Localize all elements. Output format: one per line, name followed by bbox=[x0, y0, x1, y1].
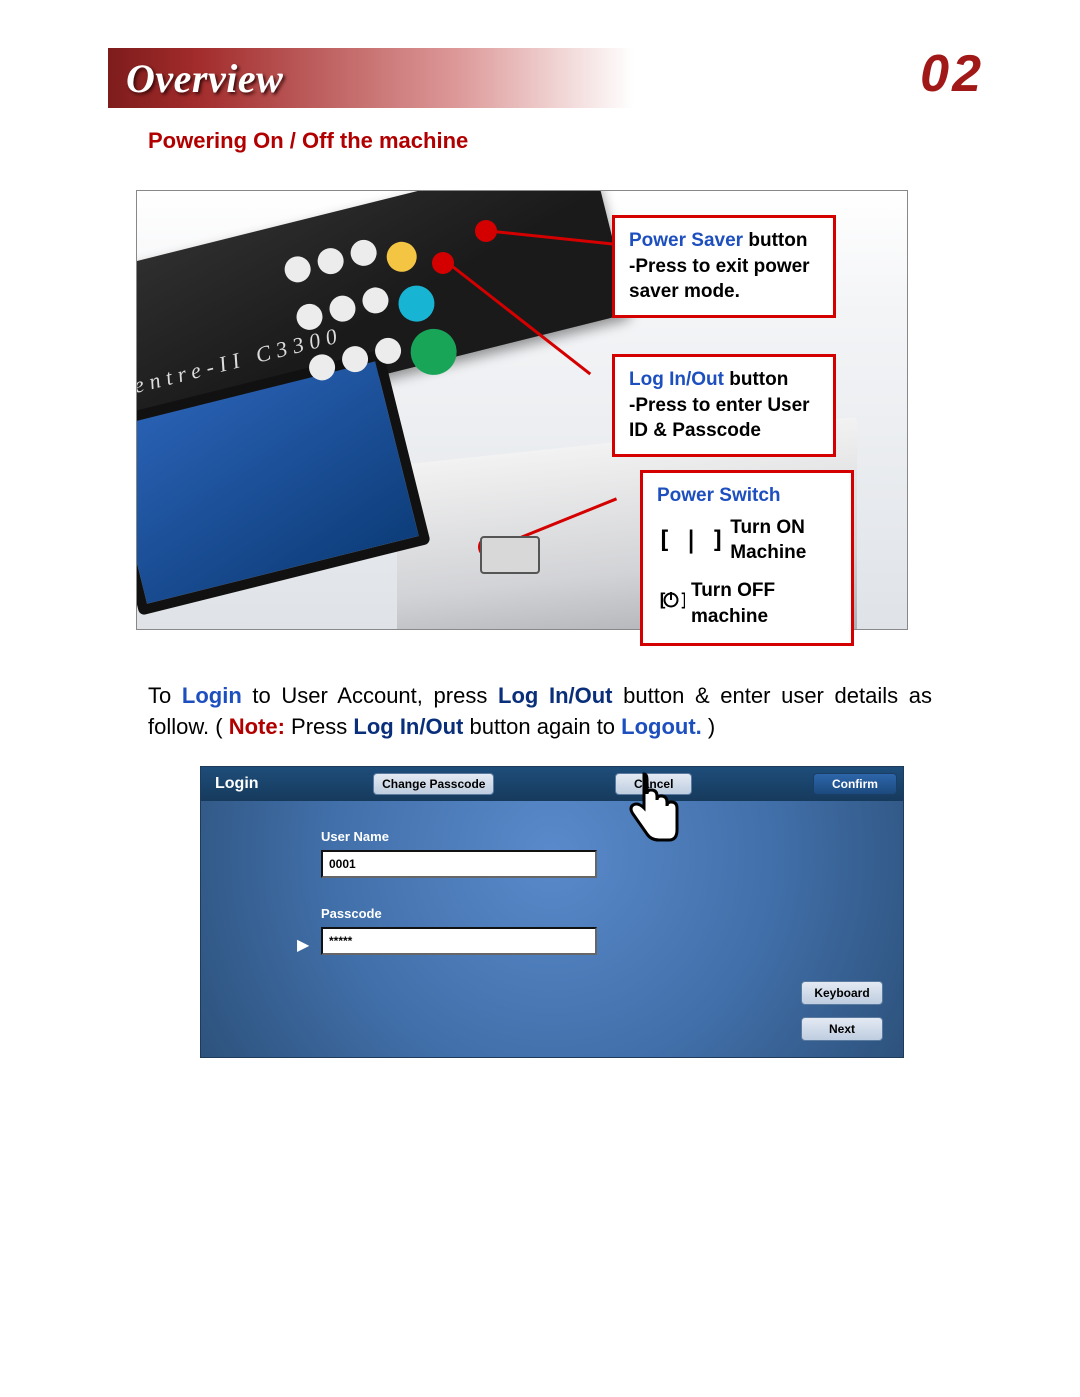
callout-text: saver mode. bbox=[629, 281, 740, 302]
callout-title: Power Saver bbox=[629, 230, 743, 251]
keyboard-button[interactable]: Keyboard bbox=[801, 981, 883, 1005]
login-header: Login Change Passcode Cancel Confirm bbox=[201, 767, 903, 801]
login-panel-screenshot: Login Change Passcode Cancel Confirm Use… bbox=[200, 766, 904, 1058]
callout-title: Log In/Out bbox=[629, 369, 724, 390]
svg-text:]: ] bbox=[679, 590, 685, 611]
text-loginout: Log In/Out bbox=[353, 714, 463, 739]
login-title: Login bbox=[215, 775, 259, 793]
change-passcode-button[interactable]: Change Passcode bbox=[373, 773, 494, 795]
cursor-indicator-icon: ▶ bbox=[297, 935, 309, 955]
text: ) bbox=[702, 714, 715, 739]
callout-title: Power Switch bbox=[657, 485, 781, 506]
on-icon: [ | ] bbox=[657, 524, 724, 556]
callout-title-suffix: button bbox=[724, 369, 788, 390]
passcode-label: Passcode bbox=[321, 906, 863, 921]
callout-text: machine bbox=[691, 606, 768, 627]
callout-text: Turn OFF bbox=[691, 580, 775, 601]
instruction-paragraph: To Login to User Account, press Log In/O… bbox=[148, 680, 932, 742]
text-loginout: Log In/Out bbox=[498, 683, 613, 708]
user-name-label: User Name bbox=[321, 829, 863, 844]
callout-power-switch: Power Switch [ | ] Turn ON Machine [] Tur… bbox=[640, 470, 854, 646]
callout-log-in-out: Log In/Out button -Press to enter User I… bbox=[612, 354, 836, 457]
text: button again to bbox=[463, 714, 621, 739]
callout-text: ID & Passcode bbox=[629, 420, 761, 441]
power-switch-graphic bbox=[480, 536, 540, 574]
text: To bbox=[148, 683, 182, 708]
user-name-value: 0001 bbox=[329, 857, 356, 871]
text-login: Login bbox=[182, 683, 242, 708]
side-buttons: Keyboard Next bbox=[801, 981, 883, 1041]
callout-text: -Press to exit power bbox=[629, 256, 810, 277]
text-note: Note: bbox=[229, 714, 285, 739]
user-name-field[interactable]: 0001 bbox=[321, 850, 597, 878]
callout-power-saver: Power Saver button -Press to exit power … bbox=[612, 215, 836, 318]
next-button[interactable]: Next bbox=[801, 1017, 883, 1041]
subsection-title: Powering On / Off the machine bbox=[148, 128, 468, 154]
text: Press bbox=[285, 714, 353, 739]
passcode-value: ***** bbox=[329, 934, 352, 948]
page-number: 02 bbox=[920, 44, 984, 104]
callout-text: Turn ON bbox=[730, 517, 805, 538]
section-header: Overview bbox=[108, 48, 984, 108]
text-logout: Logout. bbox=[621, 714, 702, 739]
pointing-hand-icon bbox=[614, 772, 684, 856]
callout-text: Machine bbox=[730, 542, 806, 563]
login-form: User Name 0001 Passcode ▶ ***** bbox=[201, 801, 903, 955]
confirm-button[interactable]: Confirm bbox=[813, 773, 897, 795]
off-icon: [] bbox=[657, 587, 685, 619]
callout-title-suffix: button bbox=[743, 230, 807, 251]
callout-text: -Press to enter User bbox=[629, 395, 810, 416]
passcode-field[interactable]: ***** bbox=[321, 927, 597, 955]
text: to User Account, press bbox=[242, 683, 498, 708]
section-title: Overview bbox=[126, 55, 283, 102]
